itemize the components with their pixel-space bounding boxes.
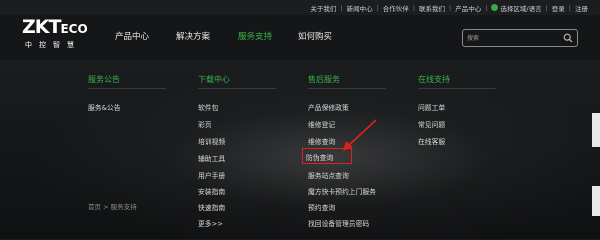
menu-link-issue-tickets[interactable]: 问题工单 bbox=[418, 102, 445, 112]
menu-link-training-videos[interactable]: 培训视频 bbox=[198, 136, 225, 146]
menu-link-booking-inquiry[interactable]: 预约查询 bbox=[308, 202, 335, 212]
menu-heading-online-support[interactable]: 在线支持 bbox=[418, 74, 450, 85]
menu-link-software[interactable]: 软件包 bbox=[198, 102, 218, 112]
menu-link-more[interactable]: 更多>> bbox=[198, 218, 223, 228]
nav-how-to-buy[interactable]: 如何购买 bbox=[298, 30, 332, 42]
divider bbox=[418, 88, 496, 89]
menu-link-repair-registration[interactable]: 维修登记 bbox=[308, 119, 335, 129]
menu-link-online-service[interactable]: 在线客服 bbox=[418, 136, 445, 146]
menu-link-warranty-policy[interactable]: 产品保修政策 bbox=[308, 102, 349, 112]
menu-link-service-announcements[interactable]: 服务&公告 bbox=[88, 102, 121, 112]
side-floating-tab[interactable] bbox=[592, 186, 600, 216]
register-link[interactable]: 注册 bbox=[575, 3, 588, 13]
divider bbox=[88, 88, 166, 89]
top-utility-bar: 关于我们 | 新闻中心 | 合作伙伴 | 联系我们 | 产品中心 | 选择区域/… bbox=[0, 0, 600, 15]
menu-link-brochures[interactable]: 彩页 bbox=[198, 119, 212, 129]
menu-link-quick-guides[interactable]: 快速指南 bbox=[198, 202, 225, 212]
menu-heading-announcements[interactable]: 服务公告 bbox=[88, 74, 120, 85]
separator: | bbox=[485, 3, 488, 12]
globe-icon bbox=[491, 4, 499, 11]
separator: | bbox=[568, 3, 571, 12]
zkteco-logo[interactable]: ZKTECO 中控智慧 bbox=[22, 18, 97, 54]
topbar-link-news[interactable]: 新闻中心 bbox=[347, 3, 373, 13]
menu-link-repair-inquiry[interactable]: 维修查询 bbox=[308, 136, 335, 146]
nav-solutions[interactable]: 解决方案 bbox=[176, 30, 210, 42]
menu-link-faq[interactable]: 常见问题 bbox=[418, 119, 445, 129]
menu-link-utilities[interactable]: 辅助工具 bbox=[198, 153, 225, 163]
menu-link-recover-admin-password[interactable]: 找回设备管理员密码 bbox=[308, 218, 369, 228]
divider bbox=[198, 88, 276, 89]
menu-link-install-guides[interactable]: 安装指南 bbox=[198, 186, 225, 196]
topbar-link-contact[interactable]: 联系我们 bbox=[419, 3, 445, 13]
region-language-selector[interactable]: 选择区域/语言 bbox=[500, 3, 541, 13]
nav-products[interactable]: 产品中心 bbox=[115, 30, 149, 42]
search-input[interactable] bbox=[467, 32, 562, 44]
background-banner bbox=[0, 60, 600, 239]
nav-service-support[interactable]: 服务支持 bbox=[238, 30, 272, 42]
menu-link-user-manuals[interactable]: 用户手册 bbox=[198, 170, 225, 180]
menu-link-onsite-service-booking[interactable]: 魔方快卡预约上门服务 bbox=[308, 186, 376, 196]
search-icon[interactable] bbox=[563, 33, 573, 43]
side-floating-tab[interactable] bbox=[592, 113, 600, 147]
separator: | bbox=[376, 3, 379, 12]
divider bbox=[308, 88, 386, 89]
separator: | bbox=[448, 3, 452, 12]
login-link[interactable]: 登录 bbox=[552, 3, 565, 13]
topbar-link-products[interactable]: 产品中心 bbox=[455, 3, 481, 13]
logo-wordmark: ZKTECO bbox=[22, 16, 88, 38]
separator: | bbox=[412, 3, 415, 12]
separator: | bbox=[545, 3, 548, 12]
topbar-link-partners[interactable]: 合作伙伴 bbox=[383, 3, 409, 13]
menu-link-service-site-lookup[interactable]: 服务站点查询 bbox=[308, 170, 349, 180]
separator: | bbox=[340, 3, 343, 12]
breadcrumb[interactable]: 首页 > 服务支持 bbox=[88, 201, 137, 211]
search-box[interactable] bbox=[462, 29, 578, 47]
logo-chinese-name: 中控智慧 bbox=[25, 41, 81, 49]
menu-heading-download-center[interactable]: 下载中心 bbox=[198, 74, 230, 85]
menu-heading-after-sales[interactable]: 售后服务 bbox=[308, 74, 340, 85]
topbar-link-about[interactable]: 关于我们 bbox=[310, 3, 336, 13]
annotation-arrow-icon bbox=[343, 119, 377, 151]
